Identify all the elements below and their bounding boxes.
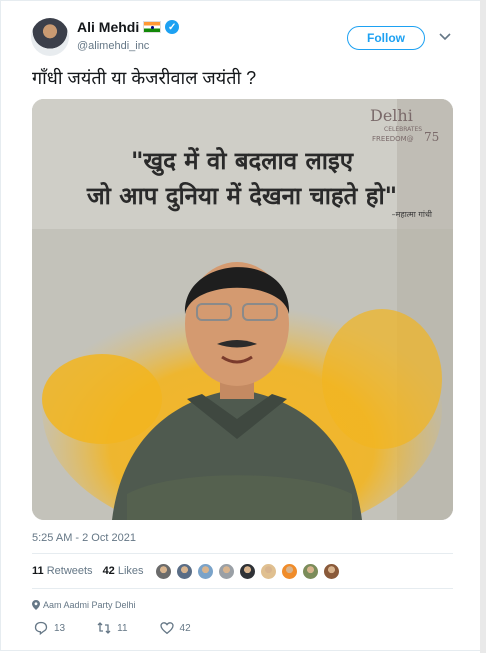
divider bbox=[32, 588, 453, 589]
retweets-stat[interactable]: 11 Retweets bbox=[32, 565, 93, 577]
like-count: 42 bbox=[179, 622, 191, 634]
likes-stat[interactable]: 42 Likes bbox=[103, 565, 144, 577]
tweet-media-image[interactable]: Delhi CELEBRATES FREEDOM@ 75 "खुद में वो… bbox=[32, 99, 453, 520]
retweet-icon bbox=[97, 622, 111, 634]
author-name[interactable]: Ali Mehdi bbox=[77, 19, 139, 35]
liker-avatar[interactable] bbox=[239, 563, 256, 580]
tweet-location[interactable]: Aam Aadmi Party Delhi bbox=[32, 600, 136, 610]
scrollbar[interactable] bbox=[480, 0, 486, 653]
reply-icon bbox=[34, 621, 48, 635]
retweet-count: 11 bbox=[117, 622, 128, 634]
poster-logo-sub2: FREEDOM@ bbox=[372, 135, 414, 143]
heart-icon bbox=[159, 622, 174, 635]
liker-avatar[interactable] bbox=[260, 563, 277, 580]
divider bbox=[32, 553, 453, 554]
poster-quote-line2: जो आप दुनिया में देखना चाहते हो" bbox=[86, 182, 397, 212]
retweets-count: 11 bbox=[32, 565, 44, 577]
reply-button[interactable]: 13 bbox=[34, 621, 65, 635]
like-button[interactable]: 42 bbox=[159, 621, 191, 635]
likers-avatar-list bbox=[155, 563, 340, 580]
reply-count: 13 bbox=[54, 622, 66, 634]
likes-count: 42 bbox=[102, 565, 115, 577]
liker-avatar[interactable] bbox=[218, 563, 235, 580]
engagement-stats: 11 Retweets 42 Likes bbox=[32, 565, 144, 577]
liker-avatar[interactable] bbox=[281, 563, 298, 580]
author-name-row: Ali Mehdi ✓ bbox=[77, 19, 180, 35]
tweet-actions: 13 11 42 bbox=[34, 621, 223, 635]
liker-avatar[interactable] bbox=[155, 563, 172, 580]
liker-avatar[interactable] bbox=[302, 563, 319, 580]
tweet-timestamp[interactable]: 5:25 AM - 2 Oct 2021 bbox=[32, 532, 136, 544]
retweets-label: Retweets bbox=[46, 565, 93, 577]
liker-avatar[interactable] bbox=[176, 563, 193, 580]
verified-badge-icon: ✓ bbox=[165, 20, 180, 34]
poster-attribution: –महात्मा गांधी bbox=[392, 209, 433, 219]
poster-graphic: Delhi CELEBRATES FREEDOM@ 75 "खुद में वो… bbox=[32, 99, 453, 520]
tweet-text: गाँधी जयंती या केजरीवाल जयंती ? bbox=[32, 68, 257, 88]
india-flag-icon bbox=[143, 21, 162, 33]
author-handle[interactable]: @alimehdi_inc bbox=[77, 40, 149, 52]
avatar[interactable] bbox=[31, 18, 69, 56]
poster-logo-text: Delhi bbox=[370, 106, 413, 125]
liker-avatar[interactable] bbox=[323, 563, 340, 580]
likes-label: Likes bbox=[117, 565, 144, 577]
location-label: Aam Aadmi Party Delhi bbox=[43, 600, 136, 610]
poster-quote-line1: "खुद में वो बदलाव लाइए bbox=[131, 147, 355, 176]
follow-button[interactable]: Follow bbox=[347, 26, 425, 50]
retweet-button[interactable]: 11 bbox=[97, 621, 128, 635]
chevron-down-icon[interactable] bbox=[438, 30, 452, 44]
poster-logo-sub1: CELEBRATES bbox=[384, 126, 422, 133]
poster-logo-number: 75 bbox=[424, 130, 439, 144]
liker-avatar[interactable] bbox=[197, 563, 214, 580]
location-pin-icon bbox=[32, 600, 40, 610]
